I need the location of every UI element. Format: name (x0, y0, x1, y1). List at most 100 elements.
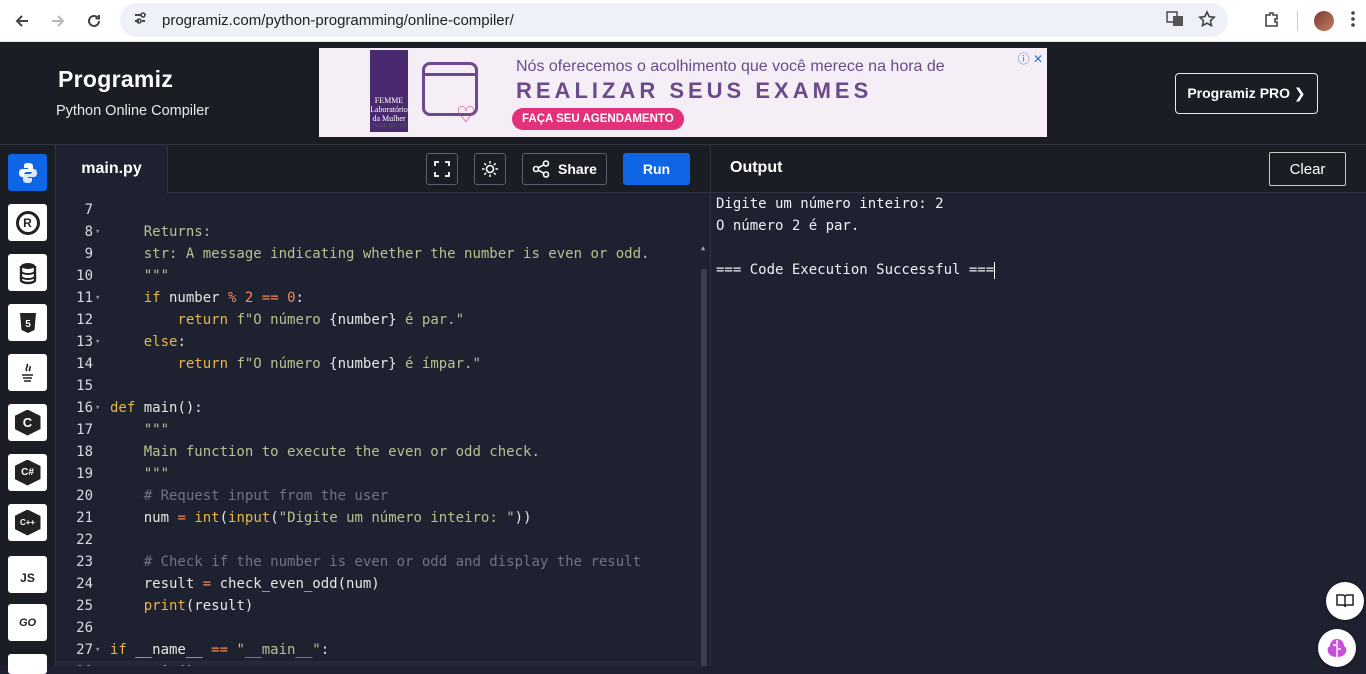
fold-arrow-icon[interactable]: ▾ (95, 331, 100, 353)
sidebar-item-c[interactable]: C (8, 404, 47, 441)
line-number: 16 (76, 400, 93, 416)
fold-arrow-icon[interactable]: ▾ (95, 287, 100, 309)
java-icon (21, 363, 33, 382)
book-icon[interactable] (1326, 582, 1364, 620)
more-menu-icon[interactable] (1350, 10, 1356, 33)
database-icon (19, 262, 36, 284)
reload-icon[interactable] (76, 3, 112, 39)
code-text: """ (143, 268, 170, 284)
code-text: num = int(input("Digite um número inteir… (110, 510, 532, 526)
output-header: Output Clear (711, 145, 1366, 193)
ai-brain-icon[interactable] (1318, 629, 1356, 667)
profile-avatar[interactable] (1314, 11, 1334, 31)
share-icon (532, 160, 550, 178)
code-line[interactable]: 7 (56, 199, 696, 221)
line-number: 22 (76, 532, 93, 548)
code-line[interactable]: 28 main() (56, 661, 696, 666)
extensions-icon[interactable] (1263, 10, 1281, 33)
sidebar-item-csharp[interactable]: C# (8, 454, 47, 491)
line-number: 21 (76, 510, 93, 526)
code-text: """ (143, 422, 170, 438)
code-line[interactable]: 15 (56, 375, 696, 397)
forward-arrow-icon[interactable] (40, 3, 76, 39)
ad-headline: Nós oferecemos o acolhimento que você me… (516, 58, 945, 75)
site-header: Programiz Python Online Compiler FEMME L… (0, 42, 1366, 145)
code-line[interactable]: 19 """ (56, 463, 696, 485)
file-tab-main-py[interactable]: main.py (56, 145, 168, 193)
language-sidebar: R 5 C C# C++ JS GO (0, 145, 56, 674)
csharp-icon: C# (14, 459, 41, 486)
sidebar-item-go[interactable]: GO (8, 604, 47, 641)
code-line[interactable]: 23 # Check if the number is even or odd … (56, 551, 696, 573)
code-line[interactable]: 11 ▾ if number % 2 == 0: (56, 287, 696, 309)
code-text: """ (143, 466, 170, 482)
sidebar-item-python[interactable] (8, 154, 47, 191)
run-button[interactable]: Run (623, 153, 690, 185)
programiz-logo[interactable]: Programiz (58, 66, 173, 93)
line-number: 8 (84, 224, 93, 240)
code-line[interactable]: 20 # Request input from the user (56, 485, 696, 507)
code-text: # Check if the number is even or odd and… (143, 554, 642, 570)
sidebar-item-html[interactable]: 5 (8, 304, 47, 341)
output-line: Digite um número inteiro: 2 (716, 196, 944, 212)
line-number: 25 (76, 598, 93, 614)
code-line[interactable]: 12 return f"O número {number} é par." (56, 309, 696, 331)
code-line[interactable]: 8 ▾ Returns: (56, 221, 696, 243)
output-line: === Code Execution Successful === (716, 261, 996, 279)
fold-arrow-icon[interactable]: ▾ (95, 397, 100, 419)
divider (1297, 11, 1298, 31)
ad-close-icon[interactable]: ⓘ ✕ (1018, 50, 1043, 67)
code-line[interactable]: 17 """ (56, 419, 696, 441)
sidebar-item-more[interactable] (8, 654, 47, 674)
sidebar-item-r[interactable]: R (8, 204, 47, 241)
html5-glyph: 5 (25, 319, 31, 330)
editor-pane: main.py Share Run ▲ 7 8 ▾ Returns: 9 str: A… (56, 145, 710, 666)
code-line[interactable]: 13 ▾ else: (56, 331, 696, 353)
address-bar[interactable]: programiz.com/python-programming/online-… (120, 3, 1228, 37)
advertisement-banner[interactable]: FEMME Laboratório da Mulher Amor por ela… (319, 48, 1047, 137)
code-text: if __name__ == "__main__": (110, 642, 330, 658)
translate-icon[interactable] (1166, 10, 1184, 33)
code-line[interactable]: 26 (56, 617, 696, 639)
url-text: programiz.com/python-programming/online-… (162, 11, 514, 29)
programiz-pro-button[interactable]: Programiz PRO ❯ (1175, 73, 1318, 114)
share-button[interactable]: Share (522, 153, 607, 185)
code-line[interactable]: 21 num = int(input("Digite um número int… (56, 507, 696, 529)
code-text: # Request input from the user (143, 488, 389, 504)
sidebar-item-js[interactable]: JS (8, 556, 47, 593)
code-line[interactable]: 16 ▾ def main(): (56, 397, 696, 419)
fold-arrow-icon[interactable]: ▾ (95, 221, 100, 243)
fold-arrow-icon[interactable]: ▾ (95, 639, 100, 661)
code-editor[interactable]: ▲ 7 8 ▾ Returns: 9 str: A message indicatin… (56, 193, 710, 666)
output-console[interactable]: Digite um número inteiro: 2 O número 2 é … (711, 193, 1366, 666)
share-label: Share (558, 161, 597, 177)
code-line[interactable]: 18 Main function to execute the even or … (56, 441, 696, 463)
code-line[interactable]: 25 print(result) (56, 595, 696, 617)
clear-button[interactable]: Clear (1269, 152, 1346, 186)
code-line[interactable]: 27 ▾ if __name__ == "__main__": (56, 639, 696, 661)
code-line[interactable]: 24 result = check_even_odd(num) (56, 573, 696, 595)
ad-cta-button[interactable]: FAÇA SEU AGENDAMENTO (512, 108, 684, 130)
c-icon: C (14, 409, 41, 436)
text-cursor (994, 261, 996, 279)
sidebar-item-java[interactable] (8, 354, 47, 391)
code-text: Returns: (143, 224, 212, 240)
line-number: 20 (76, 488, 93, 504)
code-text: print(result) (143, 598, 254, 614)
browser-toolbar: programiz.com/python-programming/online-… (0, 0, 1366, 42)
back-arrow-icon[interactable] (4, 3, 40, 39)
code-line[interactable]: 22 (56, 529, 696, 551)
scroll-up-arrow-icon[interactable]: ▲ (701, 244, 705, 252)
code-line[interactable]: 10 """ (56, 265, 696, 287)
code-line[interactable]: 9 str: A message indicating whether the … (56, 243, 696, 265)
editor-scrollbar[interactable] (701, 269, 707, 666)
code-text: result = check_even_odd(num) (110, 576, 380, 592)
go-icon-label: GO (18, 616, 37, 629)
code-line[interactable]: 14 return f"O número {number} é ímpar." (56, 353, 696, 375)
theme-toggle-button[interactable] (474, 153, 506, 185)
bookmark-star-icon[interactable] (1197, 10, 1217, 33)
sidebar-item-cpp[interactable]: C++ (8, 504, 47, 541)
fullscreen-button[interactable] (426, 153, 458, 185)
sidebar-item-sql[interactable] (8, 254, 47, 291)
site-info-icon[interactable] (132, 10, 148, 31)
